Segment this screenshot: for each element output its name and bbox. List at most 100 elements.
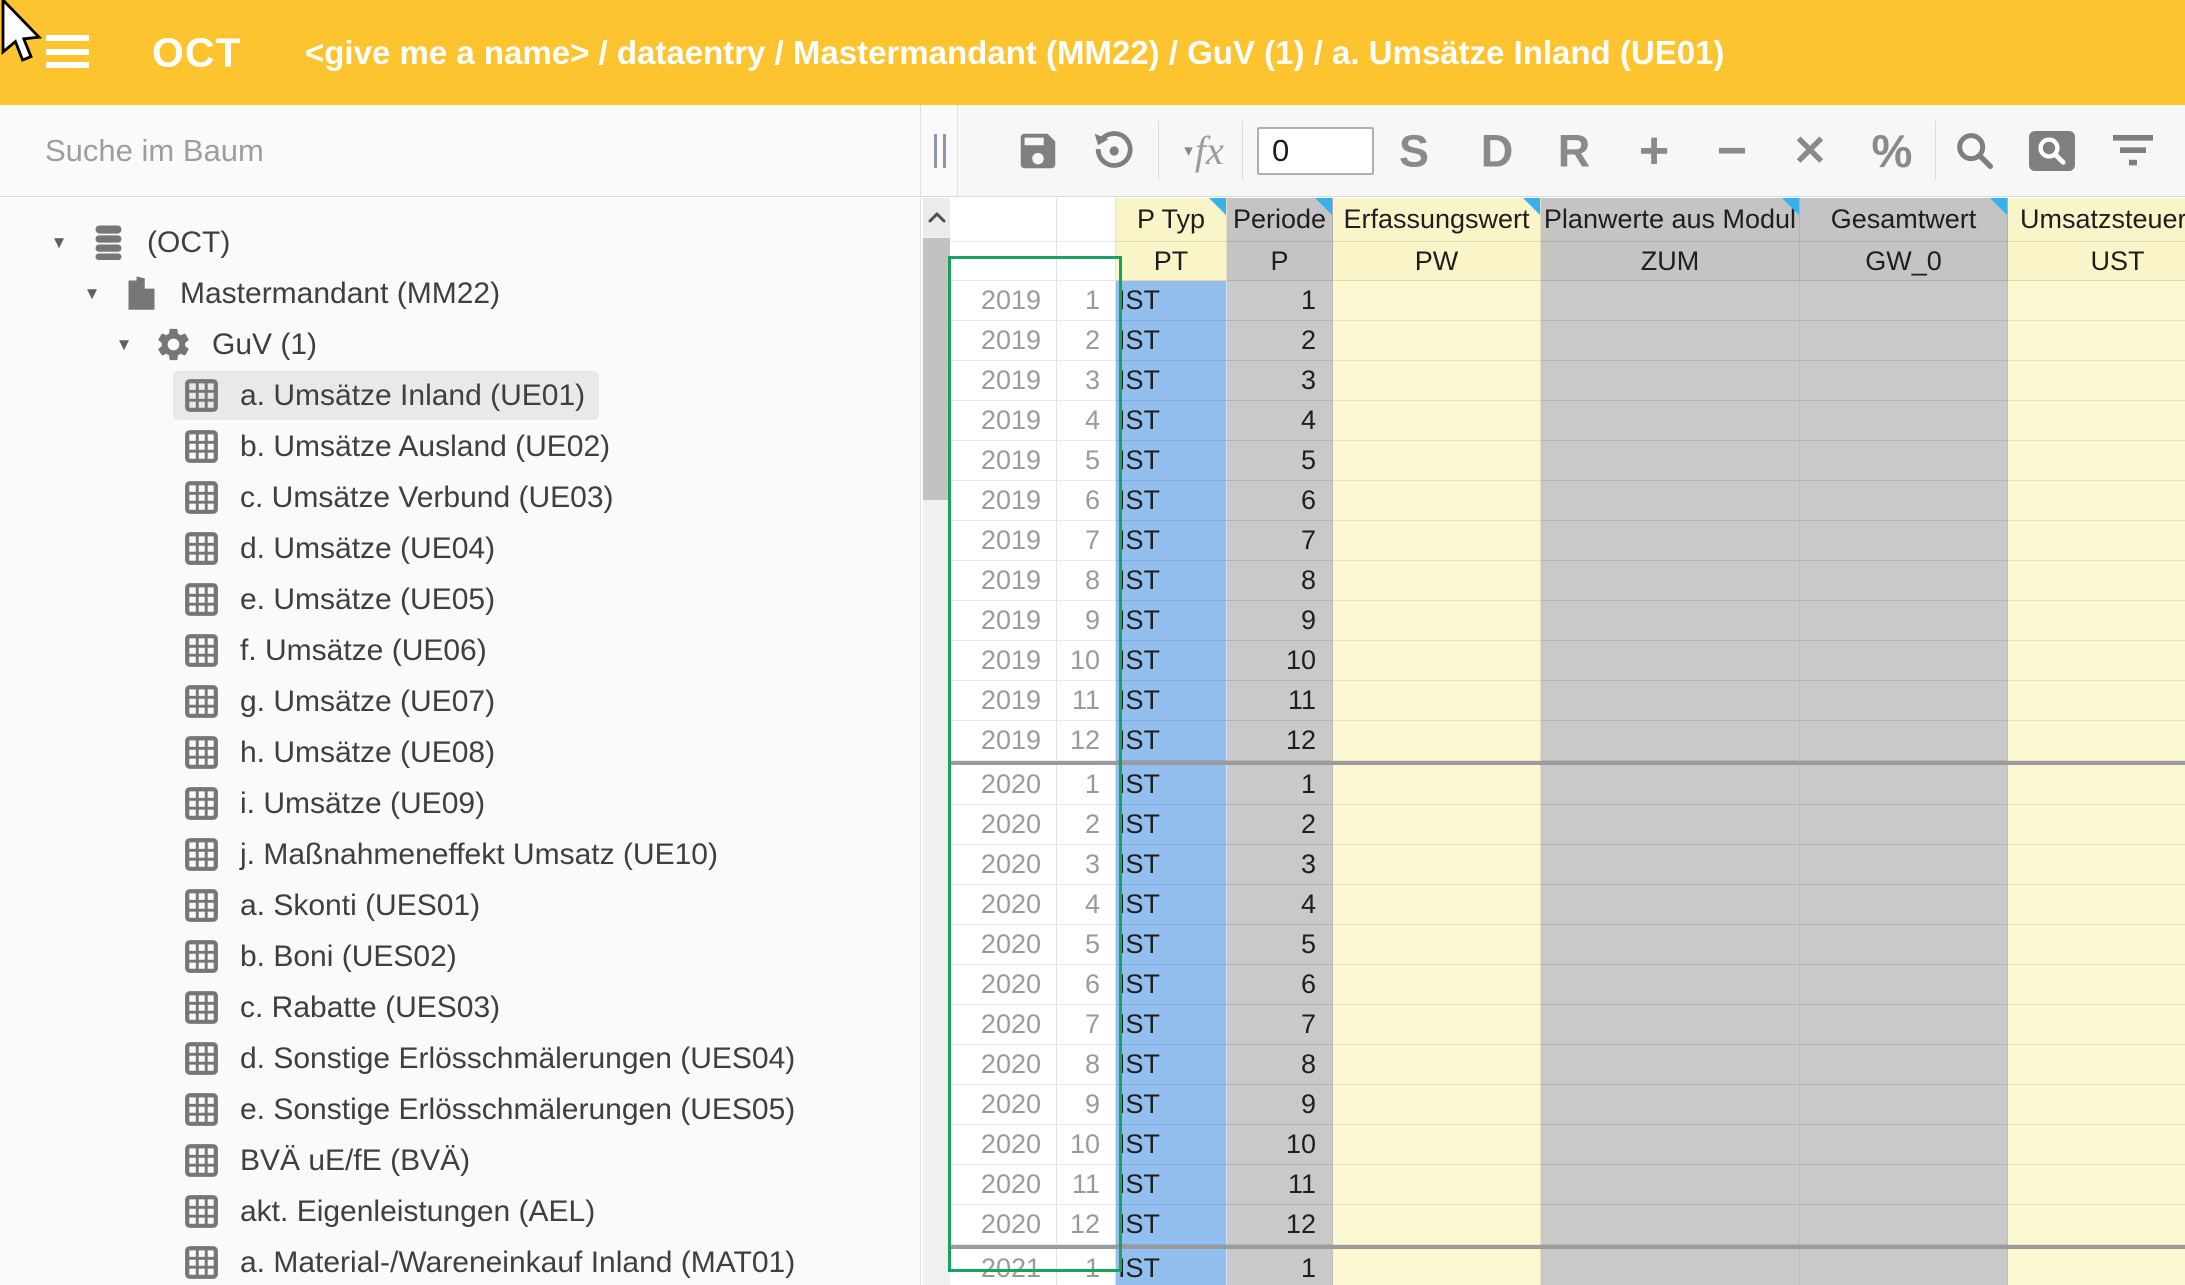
cell-gesamtwert[interactable] (1800, 765, 2008, 805)
cell-erfassungswert[interactable] (1333, 601, 1541, 641)
cell-ust[interactable] (2008, 521, 2185, 561)
cell-gesamtwert[interactable] (1800, 1005, 2008, 1045)
cell-periode[interactable]: 8 (1227, 1045, 1333, 1085)
row-header-year[interactable]: 2019 (950, 521, 1057, 561)
cell-erfassungswert[interactable] (1333, 885, 1541, 925)
cell-gesamtwert[interactable] (1800, 681, 2008, 721)
cell-periode[interactable]: 3 (1227, 361, 1333, 401)
cell-periode[interactable]: 9 (1227, 1085, 1333, 1125)
tree-item-ue10[interactable]: j. Maßnahmeneffekt Umsatz (UE10) (0, 829, 920, 880)
row-header-year[interactable]: 2020 (950, 1045, 1057, 1085)
set-value-button[interactable]: S (1399, 128, 1429, 173)
cell-gesamtwert[interactable] (1800, 1205, 2008, 1245)
cell-planwerte[interactable] (1541, 521, 1800, 561)
cell-periode[interactable]: 7 (1227, 1005, 1333, 1045)
column-code-periode[interactable]: P (1227, 242, 1333, 281)
cell-gesamtwert[interactable] (1800, 481, 2008, 521)
cell-gesamtwert[interactable] (1800, 321, 2008, 361)
column-code-zum[interactable]: ZUM (1541, 242, 1800, 281)
cell-planwerte[interactable] (1541, 361, 1800, 401)
row-header-period[interactable]: 9 (1057, 1085, 1116, 1125)
cell-erfassungswert[interactable] (1333, 441, 1541, 481)
row-header-year[interactable]: 2019 (950, 441, 1057, 481)
cell-planwerte[interactable] (1541, 441, 1800, 481)
tree-item-ue08[interactable]: h. Umsätze (UE08) (0, 727, 920, 778)
row-header-year[interactable]: 2019 (950, 481, 1057, 521)
cell-ust[interactable] (2008, 1125, 2185, 1165)
cell-ptyp[interactable]: IST (1116, 1205, 1227, 1245)
cell-ptyp[interactable]: IST (1116, 641, 1227, 681)
cell-ust[interactable] (2008, 965, 2185, 1005)
cell-gesamtwert[interactable] (1800, 1125, 2008, 1165)
row-header-period[interactable]: 2 (1057, 321, 1116, 361)
tree-item-ues02[interactable]: b. Boni (UES02) (0, 931, 920, 982)
cell-planwerte[interactable] (1541, 1005, 1800, 1045)
tree-item-ue05[interactable]: e. Umsätze (UE05) (0, 574, 920, 625)
cell-planwerte[interactable] (1541, 805, 1800, 845)
cell-ptyp[interactable]: IST (1116, 1125, 1227, 1165)
cell-gesamtwert[interactable] (1800, 805, 2008, 845)
row-header-year[interactable]: 2020 (950, 1005, 1057, 1045)
cell-ust[interactable] (2008, 441, 2185, 481)
cell-erfassungswert[interactable] (1333, 481, 1541, 521)
row-header-period[interactable]: 9 (1057, 601, 1116, 641)
filter-icon[interactable] (2111, 133, 2155, 169)
cell-erfassungswert[interactable] (1333, 1249, 1541, 1285)
row-header-period[interactable]: 10 (1057, 1125, 1116, 1165)
row-header-year[interactable]: 2020 (950, 845, 1057, 885)
cell-periode[interactable]: 1 (1227, 281, 1333, 321)
row-header-year[interactable]: 2019 (950, 561, 1057, 601)
history-restore-icon[interactable] (1089, 127, 1137, 175)
row-header-year[interactable]: 2019 (950, 361, 1057, 401)
search-icon[interactable] (1952, 128, 1998, 174)
delete-button[interactable]: D (1481, 128, 1514, 173)
cell-periode[interactable]: 4 (1227, 885, 1333, 925)
cell-planwerte[interactable] (1541, 481, 1800, 521)
row-header-year[interactable]: 2020 (950, 885, 1057, 925)
cell-periode[interactable]: 6 (1227, 965, 1333, 1005)
tree-item-ues01[interactable]: a. Skonti (UES01) (0, 880, 920, 931)
tree-item-ael[interactable]: akt. Eigenleistungen (AEL) (0, 1186, 920, 1237)
cell-ust[interactable] (2008, 681, 2185, 721)
cell-ptyp[interactable]: IST (1116, 561, 1227, 601)
column-code-ust[interactable]: UST (2008, 242, 2185, 281)
row-header-year[interactable]: 2020 (950, 1205, 1057, 1245)
row-header-period[interactable]: 7 (1057, 1005, 1116, 1045)
cell-planwerte[interactable] (1541, 1165, 1800, 1205)
cell-ptyp[interactable]: IST (1116, 361, 1227, 401)
cell-erfassungswert[interactable] (1333, 845, 1541, 885)
cell-erfassungswert[interactable] (1333, 805, 1541, 845)
cell-ust[interactable] (2008, 885, 2185, 925)
row-header-period[interactable]: 6 (1057, 481, 1116, 521)
tree-item-ue04[interactable]: d. Umsätze (UE04) (0, 523, 920, 574)
cell-erfassungswert[interactable] (1333, 281, 1541, 321)
cell-ptyp[interactable]: IST (1116, 1045, 1227, 1085)
row-header-period[interactable]: 8 (1057, 1045, 1116, 1085)
row-header-period[interactable]: 12 (1057, 721, 1116, 761)
cell-gesamtwert[interactable] (1800, 885, 2008, 925)
menu-icon[interactable] (46, 33, 89, 70)
column-header-gw[interactable]: Gesamtwert (1800, 198, 2008, 242)
row-header-year[interactable]: 2020 (950, 1165, 1057, 1205)
row-header-period[interactable]: 1 (1057, 765, 1116, 805)
row-header-year[interactable]: 2019 (950, 281, 1057, 321)
row-header-period[interactable]: 4 (1057, 401, 1116, 441)
cell-erfassungswert[interactable] (1333, 681, 1541, 721)
cell-gesamtwert[interactable] (1800, 965, 2008, 1005)
column-header-ust[interactable]: Umsatzsteuersa (2008, 198, 2185, 242)
cell-erfassungswert[interactable] (1333, 561, 1541, 601)
cell-planwerte[interactable] (1541, 681, 1800, 721)
cell-ust[interactable] (2008, 1045, 2185, 1085)
save-icon[interactable] (1015, 128, 1061, 174)
row-header-period[interactable]: 3 (1057, 361, 1116, 401)
row-header-year[interactable]: 2020 (950, 965, 1057, 1005)
cell-ust[interactable] (2008, 721, 2185, 761)
cell-planwerte[interactable] (1541, 845, 1800, 885)
tree-item-mastermandant-mm22[interactable]: ▼Mastermandant (MM22) (0, 268, 920, 319)
row-header-period[interactable]: 11 (1057, 1165, 1116, 1205)
cell-planwerte[interactable] (1541, 1205, 1800, 1245)
tree-item-bva[interactable]: BVÄ uE/fE (BVÄ) (0, 1135, 920, 1186)
cell-gesamtwert[interactable] (1800, 1085, 2008, 1125)
tree-item-oct[interactable]: ▼(OCT) (0, 217, 920, 268)
cell-ust[interactable] (2008, 1005, 2185, 1045)
